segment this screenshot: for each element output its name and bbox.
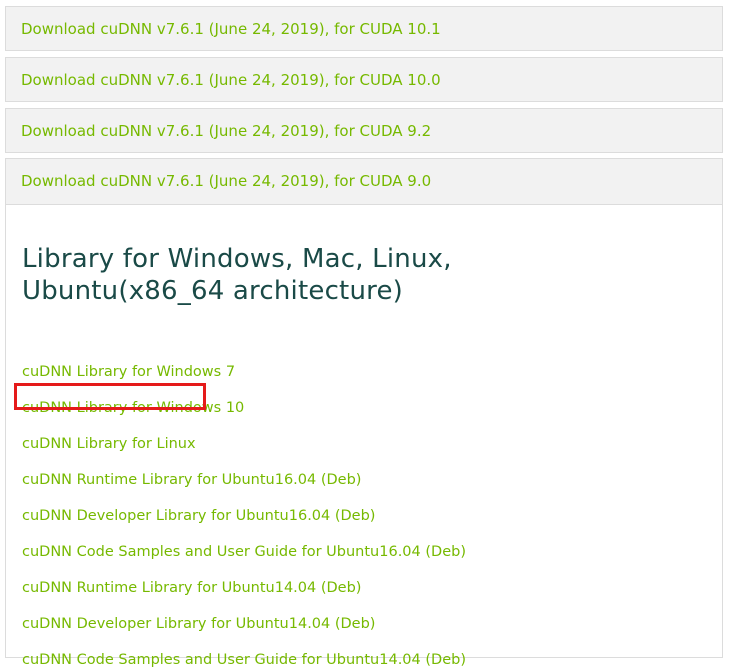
link-cudnn-windows-7[interactable]: cuDNN Library for Windows 7 — [22, 364, 235, 380]
download-cuda-9-2-link[interactable]: Download cuDNN v7.6.1 (June 24, 2019), f… — [6, 109, 722, 153]
download-panel-body: Library for Windows, Mac, Linux, Ubuntu(… — [6, 204, 722, 668]
link-cudnn-runtime-ubuntu14[interactable]: cuDNN Runtime Library for Ubuntu14.04 (D… — [22, 580, 361, 596]
link-cudnn-runtime-ubuntu16[interactable]: cuDNN Runtime Library for Ubuntu16.04 (D… — [22, 472, 361, 488]
library-section-title: Library for Windows, Mac, Linux, Ubuntu(… — [22, 244, 452, 306]
link-cudnn-samples-ubuntu14[interactable]: cuDNN Code Samples and User Guide for Ub… — [22, 652, 466, 668]
link-cudnn-developer-ubuntu14[interactable]: cuDNN Developer Library for Ubuntu14.04 … — [22, 616, 375, 632]
download-cuda-10-1-link[interactable]: Download cuDNN v7.6.1 (June 24, 2019), f… — [6, 7, 722, 51]
download-panel-cuda-9-2: Download cuDNN v7.6.1 (June 24, 2019), f… — [5, 108, 723, 153]
download-cuda-10-0-link[interactable]: Download cuDNN v7.6.1 (June 24, 2019), f… — [6, 58, 722, 102]
download-cuda-9-0-link[interactable]: Download cuDNN v7.6.1 (June 24, 2019), f… — [6, 159, 722, 203]
link-cudnn-developer-ubuntu16[interactable]: cuDNN Developer Library for Ubuntu16.04 … — [22, 508, 375, 524]
download-panel-cuda-10-0: Download cuDNN v7.6.1 (June 24, 2019), f… — [5, 57, 723, 102]
link-cudnn-windows-10[interactable]: cuDNN Library for Windows 10 — [22, 400, 244, 416]
link-cudnn-samples-ubuntu16[interactable]: cuDNN Code Samples and User Guide for Ub… — [22, 544, 466, 560]
download-panel-cuda-10-1: Download cuDNN v7.6.1 (June 24, 2019), f… — [5, 6, 723, 51]
download-panel-cuda-9-0: Download cuDNN v7.6.1 (June 24, 2019), f… — [5, 158, 723, 668]
link-cudnn-linux[interactable]: cuDNN Library for Linux — [22, 436, 196, 452]
